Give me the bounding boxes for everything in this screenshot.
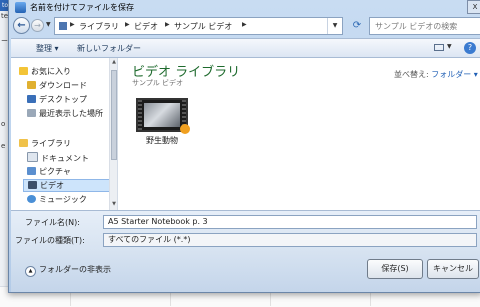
download-folder-icon [27,81,36,89]
hide-folders-toggle[interactable]: ▲ フォルダーの非表示 [25,264,111,277]
chevron-right-icon[interactable]: ▶ [242,21,247,28]
file-fields: ファイル名(N): A5 Starter Notebook p. 3 ファイルの… [11,210,480,251]
chevron-right-icon[interactable]: ▶ [125,21,130,28]
app-icon [15,2,26,13]
breadcrumb-videos[interactable]: ビデオ [134,21,158,32]
video-preview-image [144,103,180,127]
sort-control: 並べ替え: フォルダー ▾ [394,69,478,80]
back-arrow-icon[interactable]: ← [13,17,30,34]
sidebar-item-music[interactable]: ミュージック [27,194,87,207]
save-as-dialog: 名前を付けてファイルを保存 X ← → ▼ ▶ ライブラリ ▶ ビデオ ▶ サン… [8,0,480,293]
refresh-icon[interactable]: ⟳ [347,18,367,34]
library-subtitle[interactable]: サンプル ビデオ [132,78,183,88]
star-icon [19,67,28,75]
breadcrumb-libraries[interactable]: ライブラリ [79,21,119,32]
scroll-up-icon[interactable]: ▲ [110,59,117,65]
sidebar-item-downloads[interactable]: ダウンロード [27,80,87,93]
sort-label: 並べ替え: [394,70,429,79]
sort-dropdown[interactable]: フォルダー ▾ [431,70,478,79]
view-dropdown-icon[interactable]: ▼ [447,43,452,50]
library-icon [19,139,28,147]
recent-places-icon [27,109,36,117]
navigation-pane: お気に入り ダウンロード デスクトップ 最近表示した場所 ライブラリ ドキュメン… [11,58,118,210]
search-placeholder: サンプル ビデオの検索 [375,22,458,31]
music-icon [27,195,36,203]
forward-arrow-icon[interactable]: → [31,19,44,32]
media-player-icon [180,124,190,134]
sidebar-scrollbar[interactable]: ▲ ▼ [109,58,117,210]
cancel-button[interactable]: キャンセル [427,259,479,279]
organize-button[interactable]: 整理 ▾ [36,43,59,54]
filename-input[interactable]: A5 Starter Notebook p. 3 [103,215,477,229]
dialog-footer: ▲ フォルダーの非表示 保存(S) キャンセル [11,250,480,292]
address-dropdown-icon[interactable]: ▼ [327,18,342,34]
chevron-up-icon: ▲ [25,266,36,277]
dialog-title: 名前を付けてファイルを保存 [30,3,134,12]
video-thumbnail[interactable] [136,98,190,134]
folder-icon [59,22,67,30]
chevron-right-icon[interactable]: ▶ [165,21,170,28]
recent-locations-dropdown-icon[interactable]: ▼ [46,21,51,28]
sidebar-item-desktop[interactable]: デスクトップ [27,94,87,107]
scrollbar-thumb[interactable] [111,70,117,160]
sidebar-item-pictures[interactable]: ピクチャ [27,166,71,179]
sidebar-item-recent-places[interactable]: 最近表示した場所 [27,108,103,121]
scroll-down-icon[interactable]: ▼ [110,201,117,207]
view-icon[interactable] [434,44,444,51]
file-name-label[interactable]: 野生動物 [132,135,192,146]
file-list-pane: ビデオ ライブラリ サンプル ビデオ 並べ替え: フォルダー ▾ 野生動物 [118,58,480,210]
navigation-bar: ← → ▼ ▶ ライブラリ ▶ ビデオ ▶ サンプル ビデオ ▶ ▼ ⟳ サンプ… [11,16,480,38]
title-bar[interactable]: 名前を付けてファイルを保存 X [9,0,480,16]
desktop-icon [27,95,36,103]
breadcrumb-sample-videos[interactable]: サンプル ビデオ [174,21,232,32]
filetype-select[interactable]: すべてのファイル (*.*) [103,233,477,247]
film-strip-icon [138,100,142,130]
save-button[interactable]: 保存(S) [367,259,423,279]
sidebar-item-videos[interactable]: ビデオ [23,179,115,192]
videos-icon [28,181,37,189]
chevron-right-icon[interactable]: ▶ [70,21,75,28]
new-folder-button[interactable]: 新しいフォルダー [77,43,141,54]
close-button[interactable]: X [467,0,480,14]
documents-icon [27,152,38,162]
sidebar-item-documents[interactable]: ドキュメント [27,152,89,165]
pictures-icon [27,167,36,175]
filename-label: ファイル名(N): [25,218,80,227]
sidebar-header-favorites[interactable]: お気に入り [19,66,71,79]
sidebar-header-libraries[interactable]: ライブラリ [19,138,71,151]
search-box[interactable]: サンプル ビデオの検索 [369,17,480,35]
filetype-label: ファイルの種類(T): [15,236,85,245]
address-bar[interactable]: ▶ ライブラリ ▶ ビデオ ▶ サンプル ビデオ ▶ ▼ [54,17,343,35]
help-icon[interactable]: ? [464,42,476,54]
command-bar: 整理 ▾ 新しいフォルダー ▼ ? [11,38,480,58]
